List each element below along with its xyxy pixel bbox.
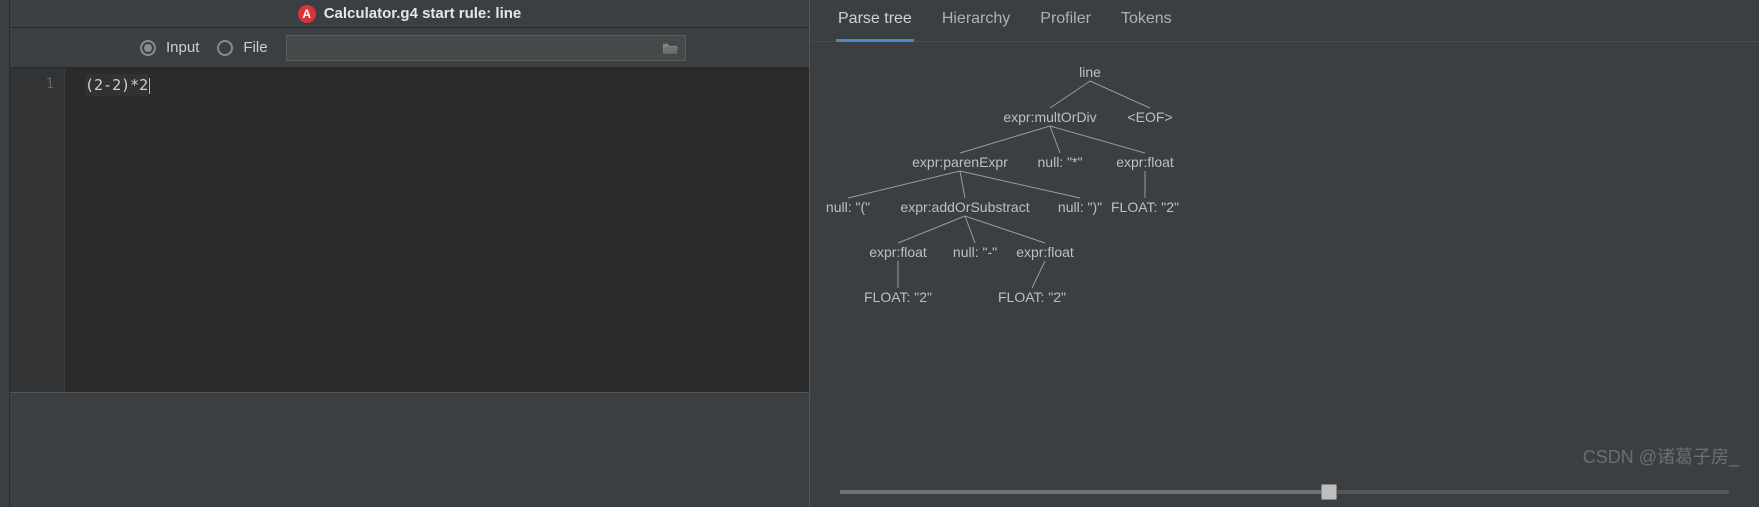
file-path-input[interactable]: [286, 35, 686, 61]
tree-node[interactable]: expr:float: [1016, 244, 1074, 260]
tree-node[interactable]: null: "-": [953, 244, 997, 260]
line-number: 1: [10, 76, 54, 92]
tree-node[interactable]: FLOAT: "2": [1111, 199, 1179, 215]
zoom-slider-thumb[interactable]: [1321, 484, 1337, 500]
tab-profiler[interactable]: Profiler: [1040, 10, 1091, 41]
zoom-slider-wrap: [810, 477, 1759, 507]
mode-row: Input File: [10, 28, 809, 68]
editor-text-area[interactable]: (2-2)*2: [65, 68, 809, 392]
tree-node[interactable]: null: "(": [826, 199, 870, 215]
tree-node[interactable]: <EOF>: [1127, 109, 1172, 125]
left-pane: A Calculator.g4 start rule: line Input F…: [10, 0, 810, 507]
antlr-badge-icon: A: [298, 5, 316, 23]
editor-gutter: 1: [10, 68, 65, 392]
editor-line-content: (2-2)*2: [85, 74, 148, 96]
folder-open-icon[interactable]: [661, 41, 679, 55]
tree-node[interactable]: FLOAT: "2": [998, 289, 1066, 305]
left-gutter: [0, 0, 10, 507]
tree-node[interactable]: null: "*": [1038, 154, 1083, 170]
right-pane: Parse tree Hierarchy Profiler Tokens lin…: [810, 0, 1759, 507]
tabs-bar: Parse tree Hierarchy Profiler Tokens: [810, 0, 1759, 42]
header-bar: A Calculator.g4 start rule: line: [10, 0, 809, 28]
file-radio-label: File: [243, 39, 267, 56]
parse-tree-area[interactable]: line expr:multOrDiv <EOF> expr:parenExpr nul…: [810, 42, 1759, 477]
tree-node[interactable]: expr:parenExpr: [912, 154, 1008, 170]
text-caret: [149, 78, 150, 94]
editor[interactable]: 1 (2-2)*2: [10, 68, 809, 392]
tab-hierarchy[interactable]: Hierarchy: [942, 10, 1010, 41]
file-radio[interactable]: [217, 40, 233, 56]
zoom-slider-fill: [840, 490, 1329, 494]
zoom-slider[interactable]: [840, 490, 1729, 494]
input-radio-label: Input: [166, 39, 199, 56]
tree-node[interactable]: line: [1079, 64, 1101, 80]
bottom-panel: [10, 392, 809, 507]
tab-parse-tree[interactable]: Parse tree: [838, 10, 912, 41]
tree-node[interactable]: null: ")": [1058, 199, 1102, 215]
tab-tokens[interactable]: Tokens: [1121, 10, 1172, 41]
tree-node[interactable]: expr:multOrDiv: [1003, 109, 1096, 125]
tree-node[interactable]: expr:float: [1116, 154, 1174, 170]
tree-node[interactable]: expr:addOrSubstract: [900, 199, 1029, 215]
input-radio[interactable]: [140, 40, 156, 56]
header-title: Calculator.g4 start rule: line: [324, 5, 522, 22]
tree-node[interactable]: expr:float: [869, 244, 927, 260]
tree-node[interactable]: FLOAT: "2": [864, 289, 932, 305]
